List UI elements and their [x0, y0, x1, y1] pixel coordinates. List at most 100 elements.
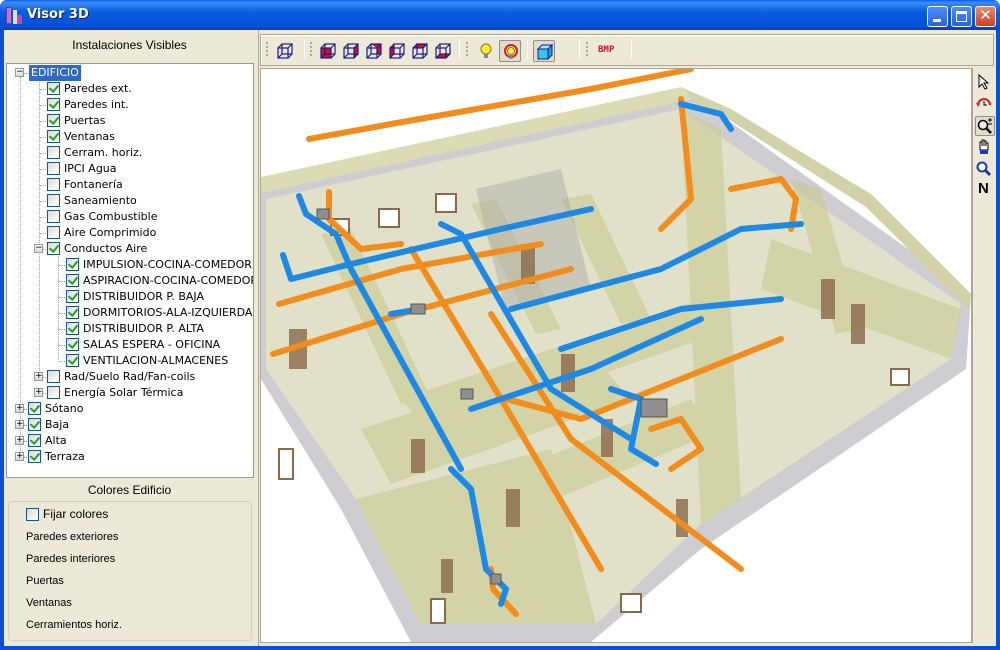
tree-item-checkbox[interactable]	[66, 322, 79, 335]
expand-icon[interactable]: +	[15, 420, 24, 429]
shaded-cube-button[interactable]	[533, 40, 555, 62]
tree-item-checkbox[interactable]	[47, 210, 60, 223]
tree-item-label[interactable]: Paredes ext.	[64, 81, 132, 97]
tree-item[interactable]: + Alta	[7, 433, 253, 449]
tree-item-checkbox[interactable]	[47, 114, 60, 127]
expand-icon[interactable]: +	[34, 372, 43, 381]
tree-item[interactable]: + Energía Solar Térmica	[7, 385, 253, 401]
tree-item-checkbox[interactable]	[66, 274, 79, 287]
tree-item-label[interactable]: Alta	[45, 433, 67, 449]
tree-item[interactable]: + Terraza	[7, 449, 253, 465]
panel-splitter[interactable]	[255, 30, 259, 646]
view-face-right-button[interactable]	[340, 40, 362, 62]
tree-item[interactable]: + Sótano	[7, 401, 253, 417]
tree-item-label[interactable]: Rad/Suelo Rad/Fan-coils	[64, 369, 195, 385]
tree-item-label[interactable]: DORMITORIOS-ALA-IZQUIERDA	[83, 305, 252, 321]
orbit-rotate-button[interactable]	[975, 94, 995, 114]
toolbar-grip[interactable]	[466, 42, 468, 58]
tree-item[interactable]: Aire Comprimido	[7, 225, 253, 241]
tree-item[interactable]: Cerram. horiz.	[7, 145, 253, 161]
3d-viewport[interactable]	[260, 68, 972, 643]
color-item-interior-walls[interactable]: Paredes interiores	[26, 553, 115, 565]
tree-item[interactable]: DORMITORIOS-ALA-IZQUIERDA	[7, 305, 253, 321]
tree-item[interactable]: Saneamiento	[7, 193, 253, 209]
tree-item[interactable]: IPCI Agua	[7, 161, 253, 177]
tree-item[interactable]: Puertas	[7, 113, 253, 129]
tree-item[interactable]: Gas Combustible	[7, 209, 253, 225]
tree-item[interactable]: − Conductos Aire	[7, 241, 253, 257]
toolbar-grip[interactable]	[586, 42, 588, 58]
tree-item-label[interactable]: EDIFICIO	[29, 65, 81, 81]
minimize-button[interactable]	[927, 6, 948, 27]
tree-item[interactable]: Fontanería	[7, 177, 253, 193]
tree-item-label[interactable]: Aire Comprimido	[64, 225, 156, 241]
tree-item-label[interactable]: Fontanería	[64, 177, 123, 193]
tree-item-checkbox[interactable]	[66, 338, 79, 351]
expand-icon[interactable]: +	[15, 404, 24, 413]
select-pointer-button[interactable]	[975, 73, 995, 93]
tree-item-checkbox[interactable]	[47, 178, 60, 191]
tree-item[interactable]: Paredes ext.	[7, 81, 253, 97]
tree-item[interactable]: VENTILACION-ALMACENES	[7, 353, 253, 369]
tree-item[interactable]: IMPULSION-COCINA-COMEDOR	[7, 257, 253, 273]
tree-item-label[interactable]: Paredes int.	[64, 97, 129, 113]
view-face-left-button[interactable]	[386, 40, 408, 62]
tree-item[interactable]: + Baja	[7, 417, 253, 433]
tree-item-checkbox[interactable]	[66, 258, 79, 271]
color-item-doors[interactable]: Puertas	[26, 575, 64, 587]
installations-tree[interactable]: − EDIFICIO Paredes ext. Paredes int. Puertas…	[6, 63, 254, 478]
tree-item-checkbox[interactable]	[28, 418, 41, 431]
tree-item-label[interactable]: Cerram. horiz.	[64, 145, 142, 161]
tree-item-checkbox[interactable]	[66, 306, 79, 319]
tree-item-label[interactable]: SALAS ESPERA - OFICINA	[83, 337, 220, 353]
expand-icon[interactable]: +	[15, 436, 24, 445]
tree-item-label[interactable]: DISTRIBUIDOR P. BAJA	[83, 289, 204, 305]
tree-item-label[interactable]: Sótano	[45, 401, 83, 417]
expand-icon[interactable]: +	[15, 452, 24, 461]
tree-item-checkbox[interactable]	[47, 370, 60, 383]
toolbar-grip[interactable]	[310, 42, 312, 58]
tree-item-checkbox[interactable]	[47, 386, 60, 399]
tree-item-label[interactable]: ASPIRACION-COCINA-COMEDOR	[83, 273, 253, 289]
color-item-exterior-walls[interactable]: Paredes exteriores	[26, 531, 118, 543]
tree-item[interactable]: ASPIRACION-COCINA-COMEDOR	[7, 273, 253, 289]
light-rotate-button[interactable]	[499, 40, 521, 62]
title-bar[interactable]: Visor 3D ✕	[0, 0, 1000, 30]
tree-item[interactable]: DISTRIBUIDOR P. ALTA	[7, 321, 253, 337]
tree-item-checkbox[interactable]	[28, 450, 41, 463]
tree-item-label[interactable]: DISTRIBUIDOR P. ALTA	[83, 321, 204, 337]
expand-icon[interactable]: +	[34, 388, 43, 397]
tree-item-label[interactable]: Puertas	[64, 113, 106, 129]
tree-item-label[interactable]: Terraza	[45, 449, 85, 465]
tree-item-checkbox[interactable]	[47, 82, 60, 95]
view-face-top-right-button[interactable]	[363, 40, 385, 62]
north-indicator[interactable]: N	[978, 180, 989, 197]
view-face-bottom-button[interactable]	[432, 40, 454, 62]
tree-item[interactable]: Paredes int.	[7, 97, 253, 113]
tree-item[interactable]: + Rad/Suelo Rad/Fan-coils	[7, 369, 253, 385]
export-bmp-button[interactable]: BMP	[598, 45, 614, 55]
view-3d-button[interactable]	[274, 40, 296, 62]
tree-item-label[interactable]: Conductos Aire	[64, 241, 147, 257]
tree-item-checkbox[interactable]	[28, 434, 41, 447]
tree-item[interactable]: DISTRIBUIDOR P. BAJA	[7, 289, 253, 305]
tree-item-label[interactable]: Ventanas	[64, 129, 115, 145]
light-bulb-button[interactable]	[475, 40, 497, 62]
fix-colors-checkbox[interactable]	[26, 508, 39, 521]
tree-item-checkbox[interactable]	[66, 290, 79, 303]
tree-item-checkbox[interactable]	[66, 354, 79, 367]
view-face-top-button[interactable]	[409, 40, 431, 62]
tree-item-checkbox[interactable]	[47, 226, 60, 239]
view-face-front-button[interactable]	[317, 40, 339, 62]
collapse-icon[interactable]: −	[34, 244, 43, 253]
close-button[interactable]: ✕	[975, 6, 996, 27]
tree-item-checkbox[interactable]	[47, 130, 60, 143]
tree-item-checkbox[interactable]	[47, 194, 60, 207]
tree-item-checkbox[interactable]	[47, 98, 60, 111]
tree-item-label[interactable]: IPCI Agua	[64, 161, 117, 177]
tree-item-label[interactable]: IMPULSION-COCINA-COMEDOR	[83, 257, 252, 273]
tree-item[interactable]: − EDIFICIO	[7, 65, 253, 81]
color-item-horizontal-enclosures[interactable]: Cerramientos horiz.	[26, 619, 122, 631]
tree-item[interactable]: SALAS ESPERA - OFICINA	[7, 337, 253, 353]
tree-item-label[interactable]: Energía Solar Térmica	[64, 385, 183, 401]
